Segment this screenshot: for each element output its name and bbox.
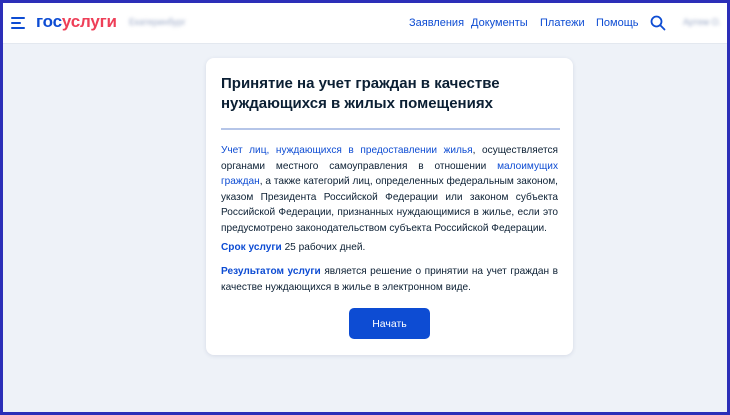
nav-applications[interactable]: Заявления <box>409 17 464 29</box>
service-result-label: Результатом услуги <box>221 266 321 277</box>
title-divider <box>221 128 560 130</box>
service-card: Принятие на учет граждан в качестве нужд… <box>206 58 573 355</box>
header: госуслуги Екатеринбург Заявления Докумен… <box>3 3 727 44</box>
user-profile[interactable]: Артем О. <box>683 17 721 27</box>
nav-payments[interactable]: Платежи <box>540 17 585 29</box>
logo[interactable]: госуслуги <box>36 12 117 32</box>
logo-part-uslugi: услуги <box>61 12 117 31</box>
service-term-label: Срок услуги <box>221 242 282 253</box>
nav-help[interactable]: Помощь <box>596 17 639 29</box>
location-selector[interactable]: Екатеринбург <box>129 17 186 27</box>
menu-icon[interactable] <box>11 17 25 29</box>
description-text-2: , а также категорий лиц, определенных фе… <box>221 176 558 234</box>
service-title: Принятие на учет граждан в качестве нужд… <box>221 75 500 112</box>
service-term-value: 25 рабочих дней. <box>281 242 366 253</box>
page-frame: госуслуги Екатеринбург Заявления Докумен… <box>0 0 730 415</box>
logo-part-gos: гос <box>36 12 62 31</box>
service-term: Срок услуги 25 рабочих дней. <box>221 240 558 256</box>
nav-documents[interactable]: Документы <box>471 17 528 29</box>
start-button[interactable]: Начать <box>349 308 430 339</box>
service-description: Учет лиц, нуждающихся в предоставлении ж… <box>221 143 558 236</box>
link-housing-accounting[interactable]: Учет лиц, нуждающихся в предоставлении ж… <box>221 145 473 156</box>
search-icon[interactable] <box>650 15 666 31</box>
service-result: Результатом услуги является решение о пр… <box>221 264 558 295</box>
